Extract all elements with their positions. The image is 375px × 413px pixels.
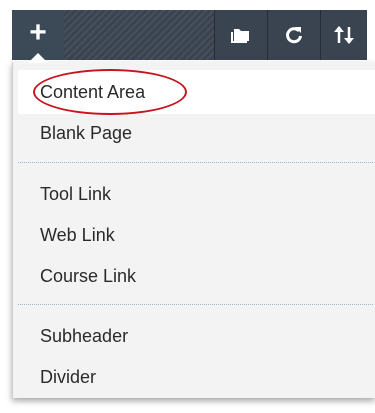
- course-menu-toolbar: +: [12, 10, 367, 60]
- menu-item-course-link[interactable]: Course Link: [40, 265, 136, 287]
- menu-divider: [18, 304, 373, 305]
- manage-folders-button[interactable]: [215, 10, 267, 60]
- menu-item-tool-link[interactable]: Tool Link: [40, 183, 111, 205]
- sort-icon: [334, 26, 354, 44]
- reorder-button[interactable]: [321, 10, 367, 60]
- add-menu-dropdown: Content Area Blank Page Tool Link Web Li…: [12, 62, 375, 398]
- menu-item-divider[interactable]: Divider: [40, 366, 96, 388]
- menu-pointer: [28, 53, 48, 63]
- plus-icon: +: [29, 16, 47, 49]
- refresh-icon: [286, 27, 302, 44]
- menu-item-subheader[interactable]: Subheader: [40, 325, 128, 347]
- menu-item-blank-page[interactable]: Blank Page: [40, 122, 132, 144]
- menu-item-content-area[interactable]: Content Area: [40, 81, 145, 103]
- folder-icon: [231, 29, 249, 43]
- refresh-button[interactable]: [268, 10, 320, 60]
- menu-divider: [18, 162, 373, 163]
- toolbar-spacer: [64, 10, 214, 60]
- menu-item-web-link[interactable]: Web Link: [40, 224, 115, 246]
